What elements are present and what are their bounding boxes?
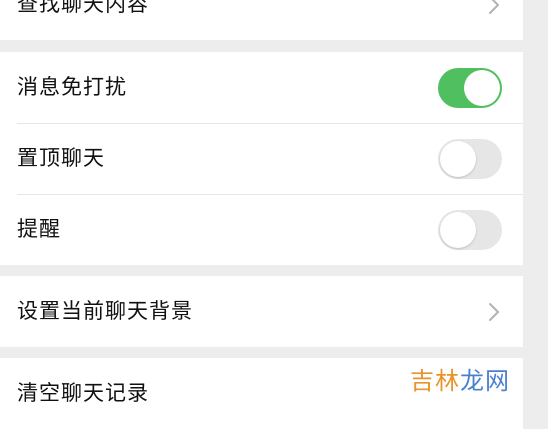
watermark-part-1: 吉林 xyxy=(410,367,460,395)
watermark-part-2: 龙网 xyxy=(460,367,510,395)
reminder-label: 提醒 xyxy=(17,217,61,241)
clear-chat-history-label: 清空聊天记录 xyxy=(17,381,149,405)
chat-background-section: 设置当前聊天背景 xyxy=(0,276,523,347)
reminder-toggle[interactable] xyxy=(438,209,502,250)
chat-settings-section: 消息免打扰 置顶聊天 提醒 xyxy=(0,52,523,265)
reminder-row: 提醒 xyxy=(0,194,523,265)
sticky-on-top-label: 置顶聊天 xyxy=(17,146,105,170)
sticky-on-top-row: 置顶聊天 xyxy=(0,123,523,194)
sticky-on-top-toggle[interactable] xyxy=(438,138,502,179)
set-chat-background-label: 设置当前聊天背景 xyxy=(17,299,193,323)
mute-notifications-row: 消息免打扰 xyxy=(0,52,523,123)
toggle-knob xyxy=(440,140,476,177)
find-chat-content-label: 查找聊天内容 xyxy=(17,0,149,16)
toggle-knob xyxy=(440,211,476,248)
chevron-right-icon xyxy=(487,302,501,322)
mute-notifications-label: 消息免打扰 xyxy=(17,75,127,99)
find-chat-content-section: 查找聊天内容 xyxy=(0,0,523,40)
watermark-logo: 吉林龙网 xyxy=(410,369,510,393)
set-chat-background-row[interactable]: 设置当前聊天背景 xyxy=(0,276,523,347)
mute-notifications-toggle[interactable] xyxy=(438,67,502,108)
toggle-knob xyxy=(464,69,500,106)
chevron-right-icon xyxy=(487,0,501,15)
divider xyxy=(17,194,523,195)
divider xyxy=(17,123,523,124)
find-chat-content-row[interactable]: 查找聊天内容 xyxy=(0,0,523,40)
